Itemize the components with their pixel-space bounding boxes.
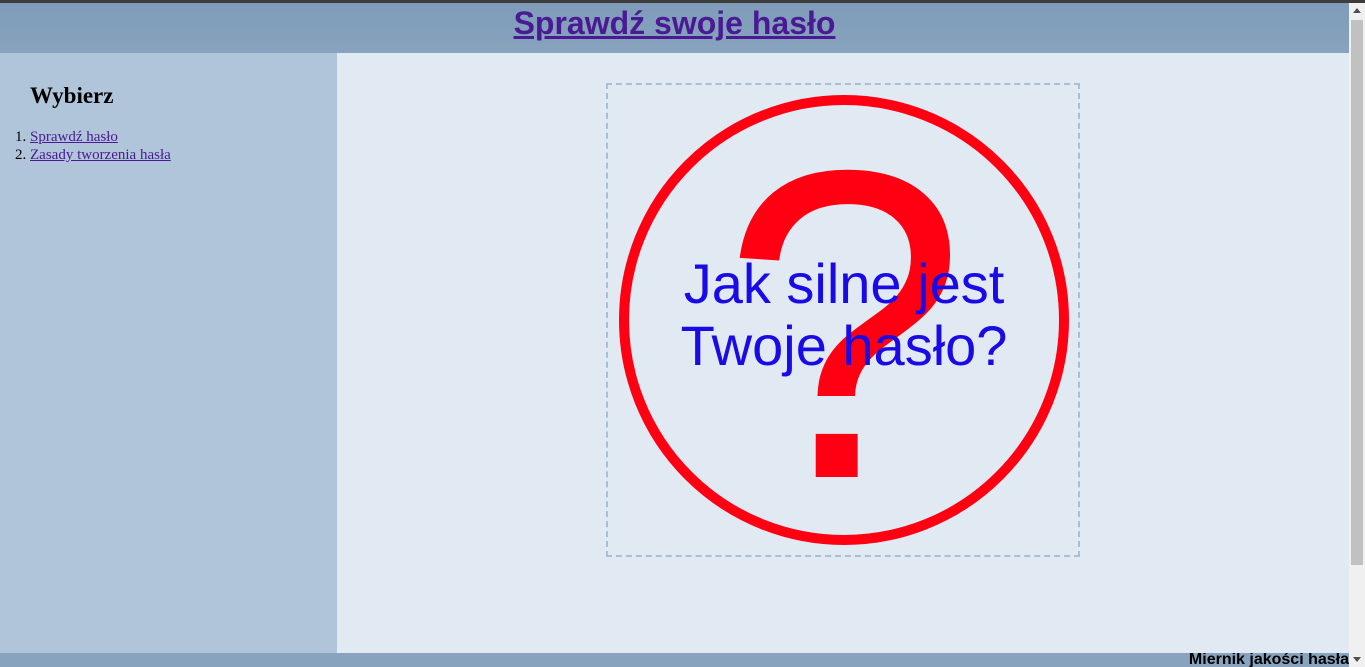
- sidebar-heading: Wybierz: [30, 83, 114, 108]
- graphic-text-line1: Jak silne jest: [684, 252, 1005, 315]
- scrollbar-thumb[interactable]: [1351, 20, 1363, 565]
- question-circle-graphic: ? Jak silne jest Twoje hasło?: [619, 85, 1069, 555]
- sidebar-menu: Sprawdź hasło Zasady tworzenia hasła: [30, 128, 171, 164]
- password-strength-graphic: ? Jak silne jest Twoje hasło?: [606, 83, 1080, 557]
- scroll-up-arrow-icon[interactable]: [1349, 3, 1365, 19]
- vertical-scrollbar[interactable]: [1349, 3, 1365, 667]
- sidebar-link-password-rules[interactable]: Zasady tworzenia hasła: [30, 147, 171, 163]
- sidebar-link-check-password[interactable]: Sprawdź hasło: [30, 129, 118, 145]
- sidebar-item-check-password: Sprawdź hasło: [30, 128, 171, 146]
- footer-label: Miernik jakości hasła: [1188, 653, 1349, 667]
- scroll-down-arrow-icon[interactable]: [1349, 651, 1365, 667]
- graphic-text-line2: Twoje hasło?: [681, 314, 1008, 377]
- page-title-link[interactable]: Sprawdź swoje hasło: [514, 5, 836, 41]
- sidebar: Wybierz Sprawdź hasło Zasady tworzenia h…: [0, 53, 337, 653]
- page-footer: Miernik jakości hasła: [0, 653, 1349, 667]
- page-header: Sprawdź swoje hasło: [0, 3, 1349, 53]
- sidebar-item-password-rules: Zasady tworzenia hasła: [30, 146, 171, 164]
- main-content: ? Jak silne jest Twoje hasło?: [337, 53, 1349, 653]
